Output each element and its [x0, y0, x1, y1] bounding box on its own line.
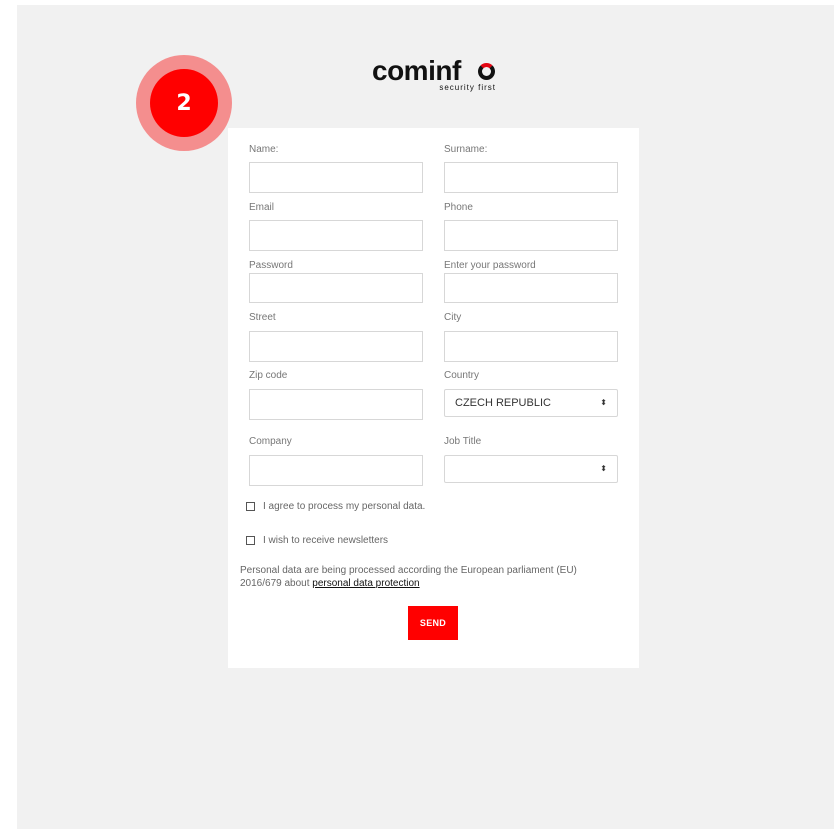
brand-logo-wordmark: cominf	[372, 55, 461, 86]
zip-input[interactable]	[249, 389, 423, 420]
city-label: City	[444, 312, 462, 323]
consent-checkbox[interactable]	[246, 502, 255, 511]
newsletter-checkbox[interactable]	[246, 536, 255, 545]
privacy-notice: Personal data are being processed accord…	[240, 564, 620, 590]
country-label: Country	[444, 370, 480, 381]
phone-input[interactable]	[444, 220, 618, 251]
brand-tagline: security first	[439, 83, 496, 92]
newsletter-checkbox-label[interactable]: I wish to receive newsletters	[263, 535, 388, 547]
zip-label: Zip code	[249, 370, 288, 381]
password-input[interactable]	[249, 273, 423, 303]
step-number-badge: 2	[150, 69, 218, 137]
consent-checkbox-label[interactable]: I agree to process my personal data.	[263, 501, 425, 513]
street-label: Street	[249, 312, 276, 323]
password-confirm-input[interactable]	[444, 273, 618, 303]
surname-input[interactable]	[444, 162, 618, 193]
street-input[interactable]	[249, 331, 423, 362]
email-input[interactable]	[249, 220, 423, 251]
company-input[interactable]	[249, 455, 423, 486]
job-title-select[interactable]: ⬍	[444, 455, 618, 483]
country-select[interactable]: CZECH REPUBLIC ⬍	[444, 389, 618, 417]
name-label: Name:	[249, 144, 279, 155]
password-confirm-label: Enter your password	[444, 260, 536, 271]
name-input[interactable]	[249, 162, 423, 193]
brand-logo-o-ring-icon	[478, 63, 495, 80]
brand-logo: cominf security first	[372, 55, 496, 93]
phone-label: Phone	[444, 202, 473, 213]
send-button[interactable]: SEND	[408, 606, 458, 640]
country-selected-value: CZECH REPUBLIC	[455, 397, 551, 409]
city-input[interactable]	[444, 331, 618, 362]
password-label: Password	[249, 260, 293, 271]
privacy-policy-link[interactable]: personal data protection	[312, 578, 419, 589]
select-arrows-icon: ⬍	[600, 398, 607, 407]
email-label: Email	[249, 202, 275, 213]
select-arrows-icon: ⬍	[600, 464, 607, 473]
job-title-label: Job Title	[444, 436, 482, 447]
surname-label: Surname:	[444, 144, 488, 155]
registration-form-card: Name: Surname: Email Phone Password Ente…	[228, 128, 639, 668]
company-label: Company	[249, 436, 292, 447]
